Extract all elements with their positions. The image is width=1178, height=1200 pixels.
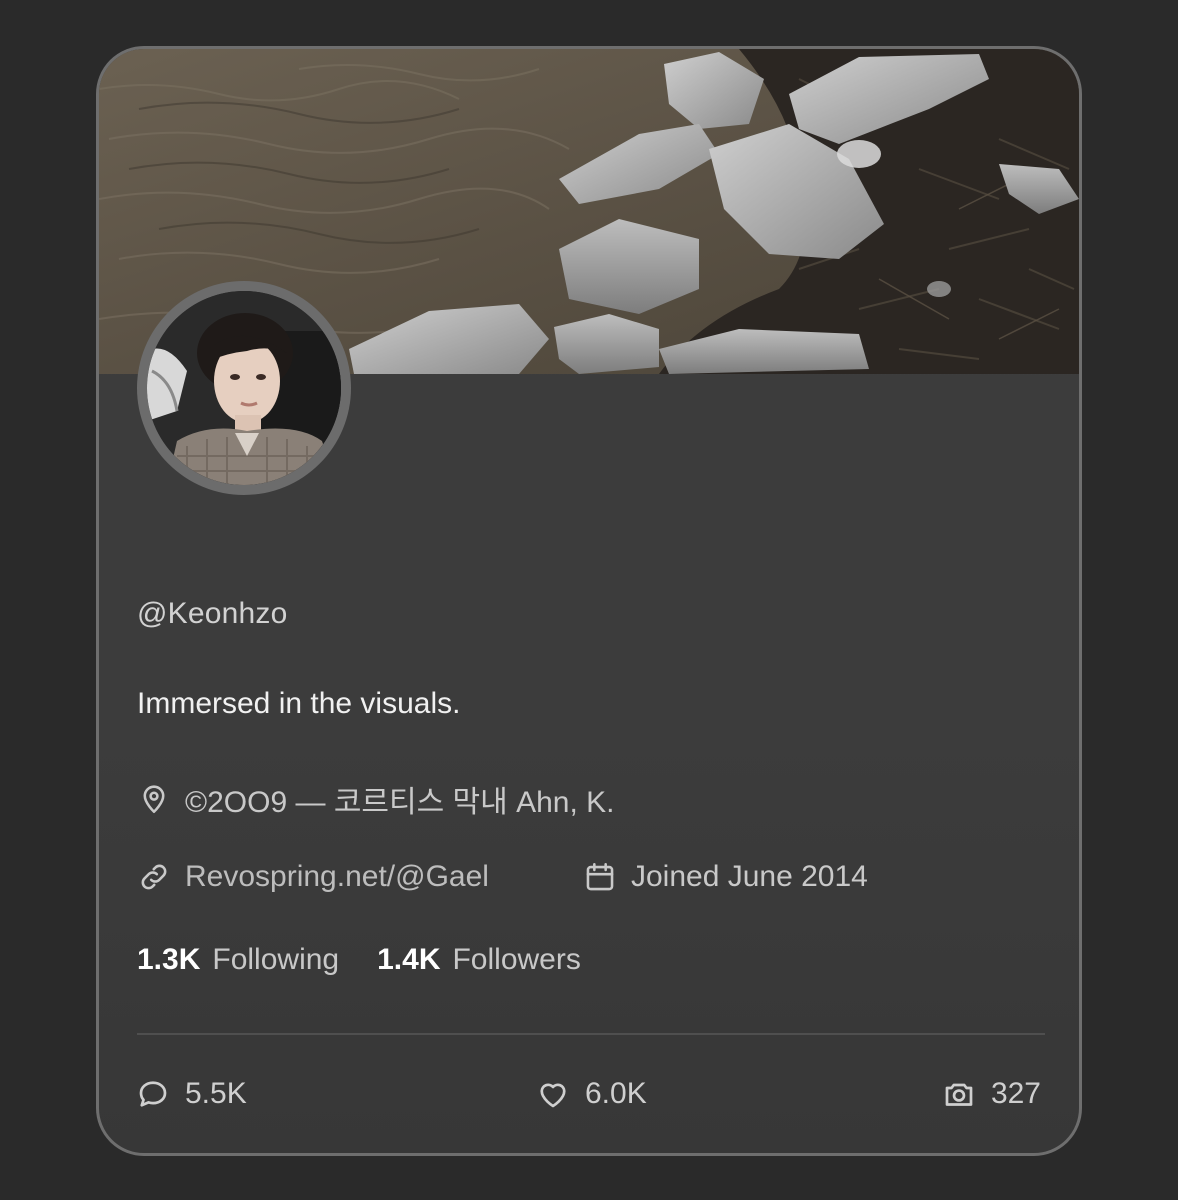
speech-bubble-icon	[135, 1076, 171, 1112]
followers-link[interactable]: 1.4K Followers	[377, 943, 581, 977]
followers-label: Followers	[452, 943, 581, 976]
avatar[interactable]	[137, 281, 351, 495]
likes-count: 6.0K	[585, 1077, 647, 1110]
replies-stat[interactable]: 5.5K	[135, 1076, 247, 1112]
profile-card: @Keonhzo Immersed in the visuals. ©2OO9 …	[96, 46, 1082, 1156]
following-count: 1.3K	[137, 943, 201, 976]
followers-count: 1.4K	[377, 943, 441, 976]
follow-counts: 1.3K Following 1.4K Followers	[137, 943, 581, 977]
profile-bio: Immersed in the visuals.	[137, 687, 461, 720]
profile-website[interactable]: Revospring.net/@Gael	[137, 860, 489, 894]
joined-text: Joined June 2014	[631, 860, 868, 893]
profile-location: ©2OO9 — 코르티스 막내 Ahn, K.	[137, 777, 614, 821]
likes-stat[interactable]: 6.0K	[535, 1076, 647, 1112]
photos-count: 327	[990, 1077, 1041, 1110]
following-link[interactable]: 1.3K Following	[137, 943, 339, 977]
map-pin-icon	[137, 782, 171, 816]
divider	[137, 1033, 1045, 1035]
camera-icon	[941, 1076, 977, 1112]
profile-joined-date: Joined June 2014	[583, 860, 868, 894]
profile-handle: @Keonhzo	[137, 597, 288, 630]
following-label: Following	[212, 943, 340, 976]
website-link[interactable]: Revospring.net/@Gael	[185, 860, 489, 894]
photos-stat[interactable]: 327	[941, 1076, 1041, 1112]
location-text: ©2OO9 — 코르티스 막내 Ahn, K.	[185, 786, 615, 819]
link-icon	[137, 860, 171, 894]
calendar-icon	[583, 860, 617, 894]
replies-count: 5.5K	[185, 1077, 247, 1110]
heart-icon	[535, 1076, 571, 1112]
